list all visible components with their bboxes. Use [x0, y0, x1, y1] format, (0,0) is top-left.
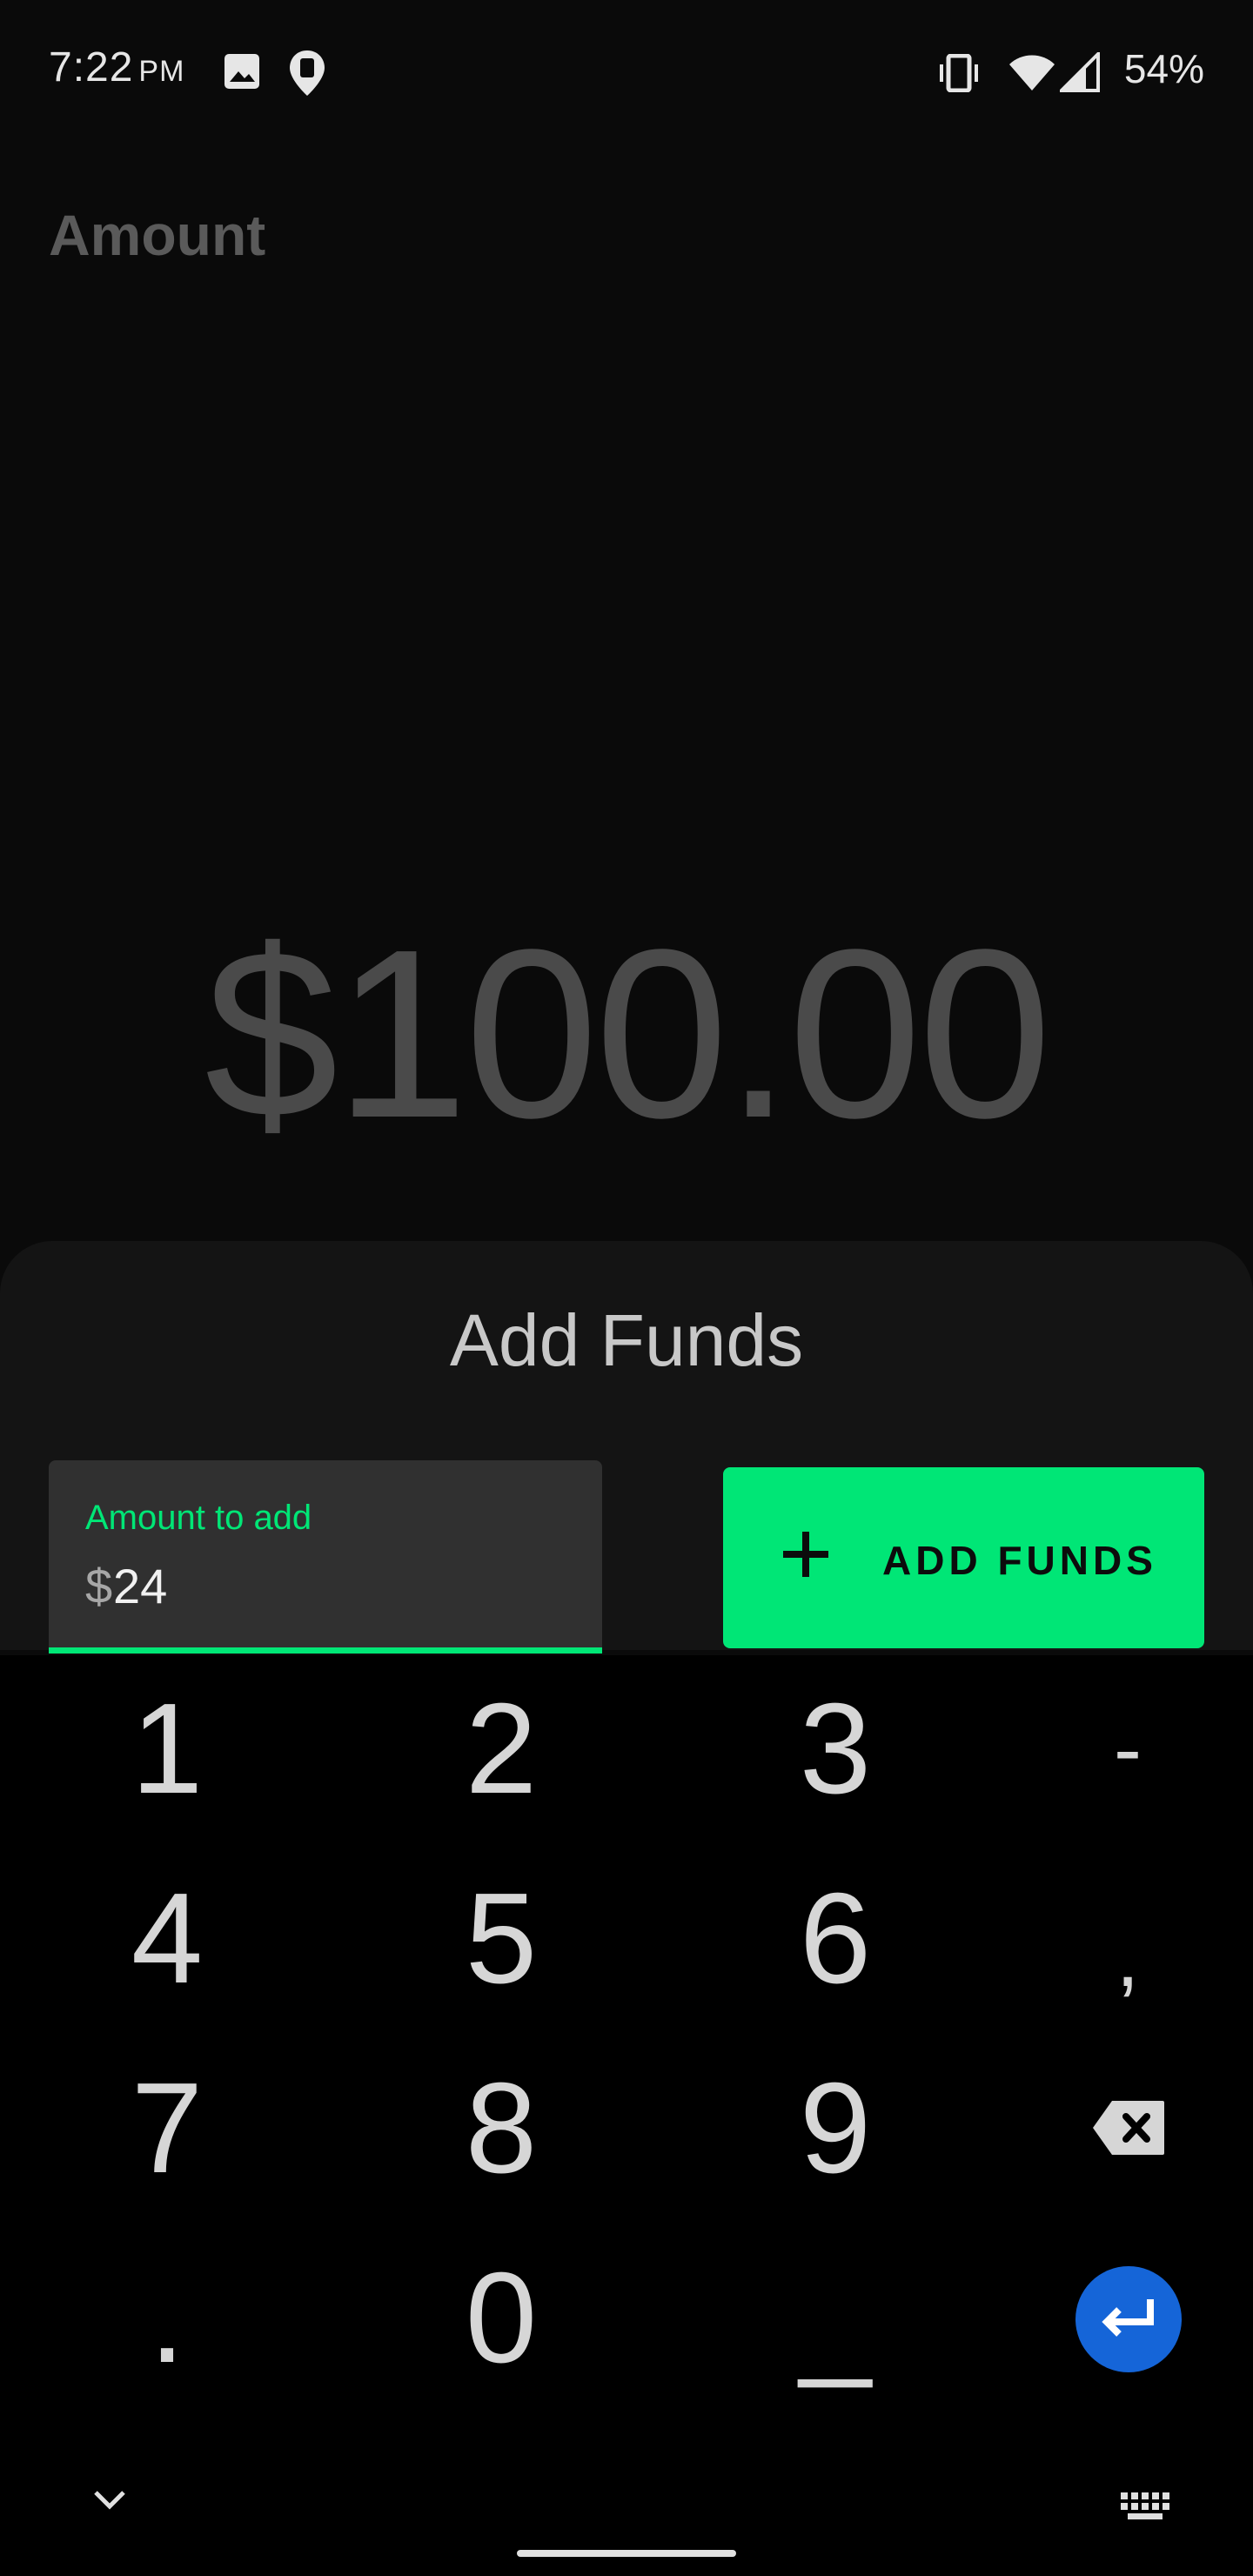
status-time-value: 7:22 [49, 44, 134, 91]
status-time-ampm: PM [138, 55, 185, 88]
field-underline [49, 1647, 602, 1654]
key-7[interactable]: 7 [71, 2042, 263, 2216]
home-indicator[interactable] [517, 2550, 736, 2557]
image-icon [223, 52, 261, 95]
key-underscore[interactable]: _ [740, 2231, 931, 2405]
sheet-title: Add Funds [449, 1299, 804, 1381]
wifi-icon [1008, 54, 1056, 97]
key-6[interactable]: 6 [740, 1852, 931, 2026]
enter-key[interactable] [1075, 2266, 1182, 2372]
amount-to-add-field[interactable] [49, 1460, 602, 1654]
currency-prefix: $ [85, 1559, 113, 1613]
key-3[interactable]: 3 [740, 1662, 931, 1836]
key-9[interactable]: 9 [740, 2042, 931, 2216]
amount-to-add-input[interactable]: 24 [113, 1558, 167, 1614]
keyboard-icon[interactable] [1119, 2491, 1171, 2526]
key-2[interactable]: 2 [405, 1662, 597, 1836]
status-time: 7:22 PM [49, 44, 184, 91]
amount-to-add-label: Amount to add [85, 1499, 312, 1537]
key-0[interactable]: 0 [405, 2231, 597, 2405]
enter-icon [1098, 2296, 1159, 2344]
amount-display: $100.00 [204, 900, 1052, 1168]
key-comma[interactable]: , [1032, 1871, 1223, 2045]
key-4[interactable]: 4 [71, 1852, 263, 2026]
key-1[interactable]: 1 [71, 1662, 263, 1836]
vibrate-icon [936, 53, 982, 97]
key-decimal[interactable]: . [71, 2231, 263, 2405]
plus-icon [780, 1528, 832, 1580]
key-8[interactable]: 8 [405, 2042, 597, 2216]
location-pin-icon [287, 49, 327, 102]
backspace-icon[interactable] [1091, 2099, 1166, 2161]
amount-title: Amount [49, 203, 266, 267]
status-bar: 7:22 PM 54% [0, 0, 1253, 148]
key-minus[interactable]: - [1032, 1662, 1223, 1836]
key-5[interactable]: 5 [405, 1852, 597, 2026]
cell-signal-icon [1057, 50, 1100, 97]
battery-percentage: 54% [1123, 46, 1204, 91]
chevron-down-icon[interactable] [90, 2487, 129, 2516]
add-funds-button-label: ADD FUNDS [882, 1538, 1157, 1583]
